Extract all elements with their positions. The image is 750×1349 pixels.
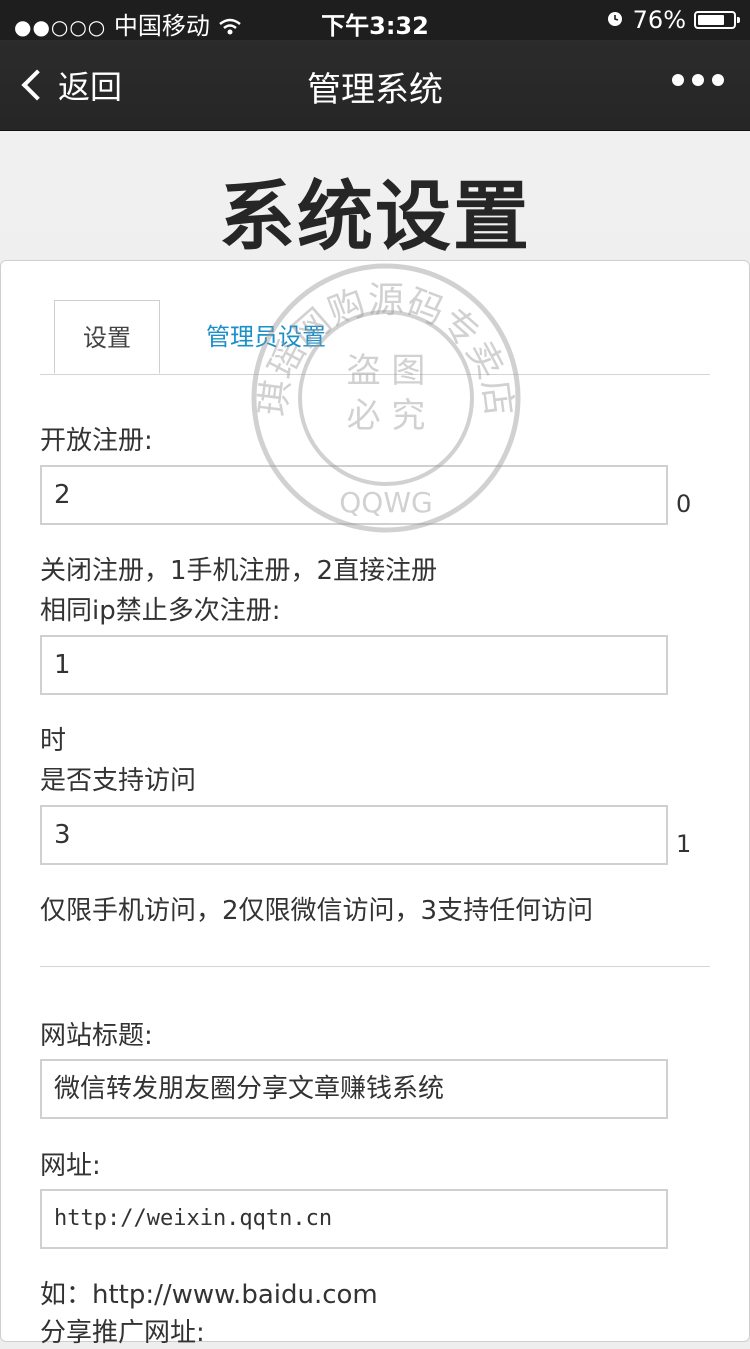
access-input[interactable]: 3: [40, 805, 668, 865]
tab-settings[interactable]: 设置: [54, 300, 160, 374]
site-url-input[interactable]: http://weixin.qqtn.cn: [40, 1189, 668, 1249]
access-suffix: 1: [676, 830, 692, 858]
site-url-label: 网址:: [40, 1151, 101, 1181]
same-ip-hint: 时: [40, 726, 67, 756]
open-register-suffix: 0: [676, 490, 692, 518]
more-button[interactable]: [672, 74, 724, 86]
same-ip-input[interactable]: 1: [40, 635, 668, 695]
tab-bar: 设置 管理员设置: [40, 300, 710, 375]
status-right: 76%: [605, 6, 740, 34]
site-title-input[interactable]: 微信转发朋友圈分享文章赚钱系统: [40, 1059, 668, 1119]
site-url-hint: 如：http://www.baidu.com: [40, 1280, 378, 1310]
nav-bar: 返回 管理系统: [0, 40, 750, 131]
tab-admin-settings[interactable]: 管理员设置: [206, 300, 326, 374]
chevron-left-icon: [21, 69, 53, 101]
more-dot-icon: [672, 74, 684, 86]
access-hint: 仅限手机访问，2仅限微信访问，3支持任何访问: [40, 896, 594, 926]
more-dot-icon: [712, 74, 724, 86]
open-register-label: 开放注册:: [40, 426, 153, 456]
page-title: 系统设置: [219, 172, 531, 261]
battery-icon: [694, 11, 740, 29]
back-label: 返回: [58, 68, 123, 106]
same-ip-label: 相同ip禁止多次注册:: [40, 596, 281, 626]
open-register-hint: 关闭注册，1手机注册，2直接注册: [40, 556, 438, 586]
back-button[interactable]: 返回: [18, 62, 122, 108]
access-label: 是否支持访问: [40, 766, 197, 796]
open-register-input[interactable]: 2: [40, 465, 668, 525]
status-bar: ●●○○○ 中国移动 下午3:32 76%: [0, 0, 750, 40]
share-url-label: 分享推广网址:: [40, 1318, 205, 1348]
section-divider: [40, 966, 710, 967]
more-dot-icon: [692, 74, 704, 86]
alarm-icon: [605, 6, 625, 34]
battery-percent: 76%: [632, 6, 686, 34]
site-title-label: 网站标题:: [40, 1021, 153, 1051]
